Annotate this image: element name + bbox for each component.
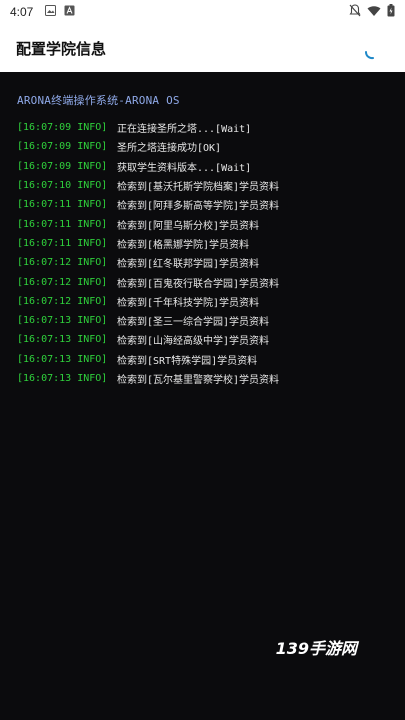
log-message: 检索到[瓦尔基里警察学校]学员资料 [117, 375, 280, 386]
bell-muted-icon [349, 4, 361, 20]
log-line: [16:07:09 INFO] 正在连接圣所之塔...[Wait] [17, 118, 279, 137]
log-line: [16:07:11 INFO] 检索到[格黑娜学院]学员资料 [17, 234, 279, 253]
log-list: [16:07:09 INFO] 正在连接圣所之塔...[Wait] [16:07:0… [17, 118, 279, 388]
log-line: [16:07:13 INFO] 检索到[山海经高级中学]学员资料 [17, 330, 279, 349]
wifi-icon [367, 5, 381, 20]
log-message: 检索到[格黑娜学院]学员资料 [117, 239, 250, 251]
log-message: 检索到[山海经高级中学]学员资料 [117, 336, 270, 348]
log-timestamp: [16:07:12 INFO] [17, 257, 108, 269]
log-message: 检索到[基沃托斯学院档案]学员资料 [117, 182, 280, 194]
log-timestamp: [16:07:10 INFO] [17, 180, 108, 192]
log-line: [16:07:12 INFO] 检索到[百鬼夜行联合学园]学员资料 [17, 272, 279, 291]
log-message: 检索到[红冬联邦学园]学员资料 [117, 259, 260, 271]
log-message: 获取学生资料版本...[Wait] [117, 162, 252, 174]
status-time: 4:07 [10, 5, 34, 19]
log-line: [16:07:11 INFO] 检索到[阿拜多斯高等学院]学员资料 [17, 195, 279, 214]
log-message: 检索到[阿拜多斯高等学院]学员资料 [117, 201, 280, 213]
log-message: 圣所之塔连接成功[OK] [117, 143, 222, 155]
log-timestamp: [16:07:12 INFO] [17, 295, 108, 307]
page-title: 配置学院信息 [16, 40, 107, 58]
app-header: 配置学院信息 [0, 24, 405, 73]
log-line: [16:07:13 INFO] 检索到[瓦尔基里警察学校]学员资料 [17, 369, 279, 388]
log-message: 检索到[百鬼夜行联合学园]学员资料 [117, 278, 280, 290]
log-message: 检索到[SRT特殊学园]学员资料 [117, 355, 258, 367]
font-icon [64, 5, 75, 19]
loading-spinner-icon [364, 45, 375, 60]
log-timestamp: [16:07:12 INFO] [17, 276, 108, 288]
image-icon [45, 5, 56, 19]
log-message: 检索到[阿里乌斯分校]学员资料 [117, 220, 260, 232]
log-line: [16:07:12 INFO] 检索到[红冬联邦学园]学员资料 [17, 253, 279, 272]
log-line: [16:07:13 INFO] 检索到[圣三一综合学园]学员资料 [17, 311, 279, 330]
log-timestamp: [16:07:09 INFO] [17, 122, 108, 134]
log-timestamp: [16:07:13 INFO] [17, 334, 108, 346]
watermark-logo: 139手游网 [275, 639, 357, 658]
battery-icon [387, 4, 395, 20]
log-message: 检索到[千年科技学院]学员资料 [117, 297, 260, 309]
log-timestamp: [16:07:11 INFO] [17, 237, 108, 249]
log-line: [16:07:13 INFO] 检索到[SRT特殊学园]学员资料 [17, 350, 279, 369]
terminal-panel: ARONA终端操作系统-ARONA OS [16:07:09 INFO] 正在连接… [0, 72, 405, 720]
log-timestamp: [16:07:09 INFO] [17, 160, 108, 172]
log-timestamp: [16:07:11 INFO] [17, 199, 108, 211]
log-message: 检索到[圣三一综合学园]学员资料 [117, 317, 270, 329]
log-timestamp: [16:07:09 INFO] [17, 141, 108, 153]
log-timestamp: [16:07:13 INFO] [17, 373, 108, 384]
status-bar: 4:07 [0, 0, 405, 24]
log-line: [16:07:11 INFO] 检索到[阿里乌斯分校]学员资料 [17, 214, 279, 233]
log-timestamp: [16:07:13 INFO] [17, 353, 108, 365]
log-line: [16:07:12 INFO] 检索到[千年科技学院]学员资料 [17, 292, 279, 311]
log-line: [16:07:10 INFO] 检索到[基沃托斯学院档案]学员资料 [17, 176, 279, 195]
log-timestamp: [16:07:13 INFO] [17, 315, 108, 327]
log-timestamp: [16:07:11 INFO] [17, 218, 108, 230]
log-line: [16:07:09 INFO] 圣所之塔连接成功[OK] [17, 137, 279, 156]
terminal-header: ARONA终端操作系统-ARONA OS [17, 94, 180, 107]
log-message: 正在连接圣所之塔...[Wait] [117, 124, 252, 136]
log-line: [16:07:09 INFO] 获取学生资料版本...[Wait] [17, 157, 279, 176]
